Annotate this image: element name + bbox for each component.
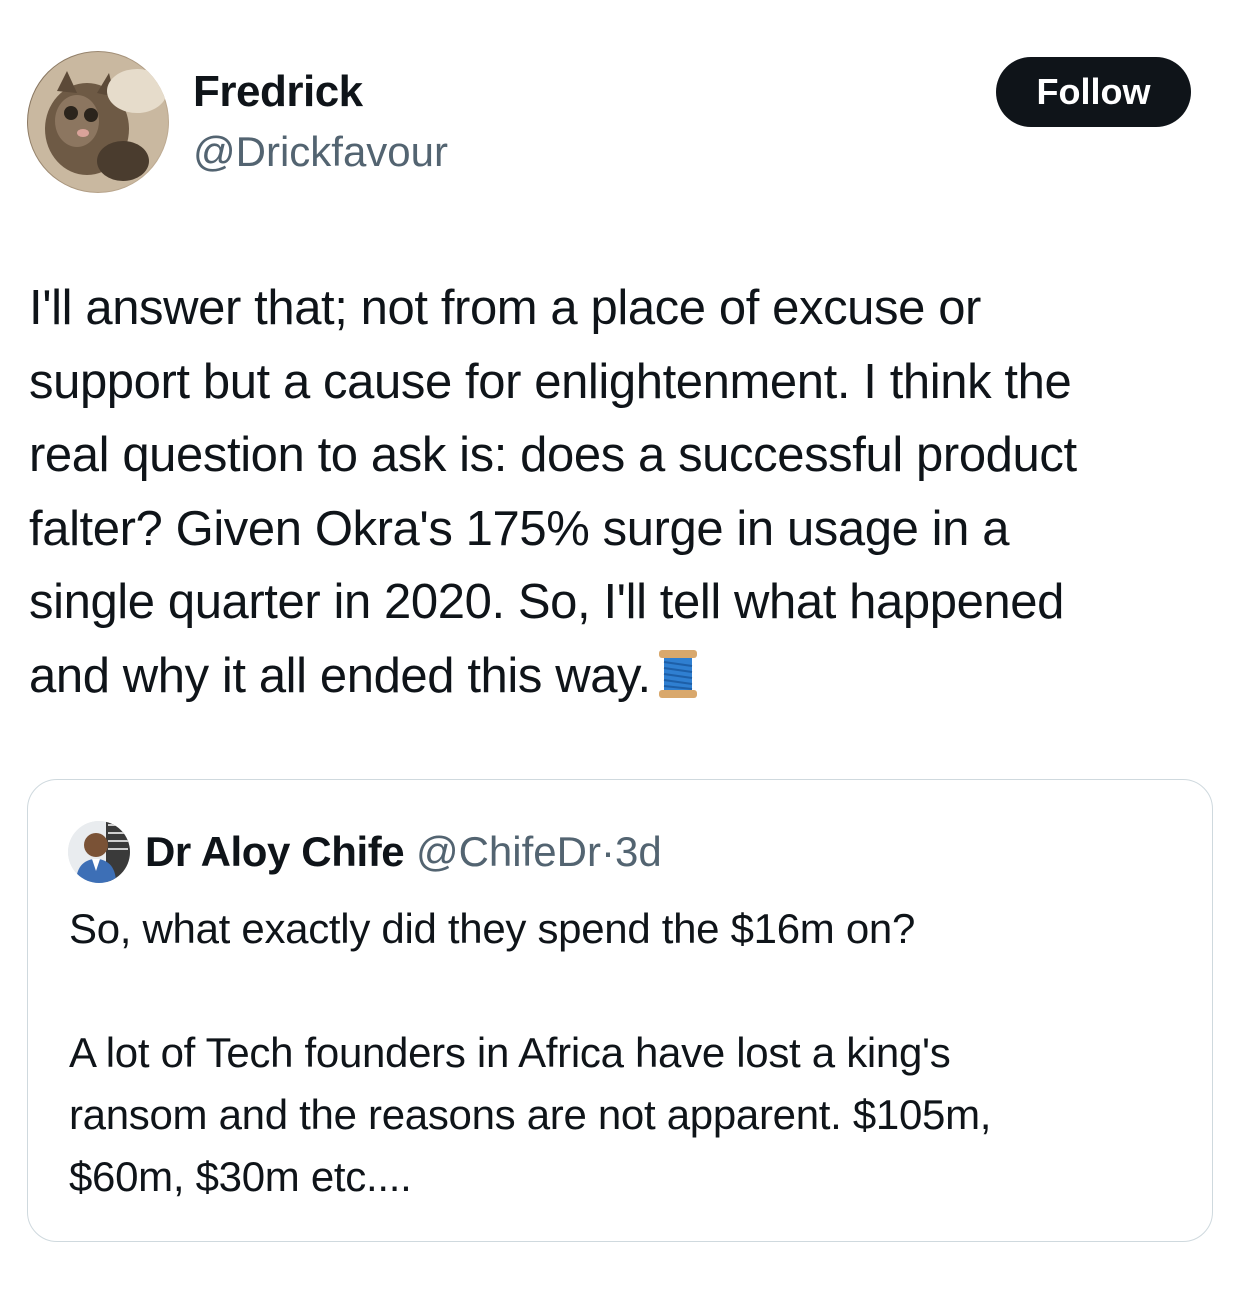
quoted-author-name[interactable]: Dr Aloy Chife (145, 828, 405, 875)
cat-avatar-icon (28, 52, 168, 192)
author-avatar[interactable] (27, 51, 169, 193)
tweet-body: I'll answer that; not from a place of ex… (29, 272, 1224, 713)
person-avatar-icon (68, 821, 130, 883)
quoted-timestamp[interactable]: 3d (615, 828, 662, 875)
quoted-tweet-header: Dr Aloy Chife @ChifeDr·3d (145, 824, 662, 880)
author-handle[interactable]: @Drickfavour (193, 126, 448, 178)
quoted-author-handle[interactable]: @ChifeDr (416, 828, 601, 875)
follow-button[interactable]: Follow (996, 57, 1191, 127)
tweet-text: I'll answer that; not from a place of ex… (29, 281, 1077, 703)
quoted-tweet-card[interactable]: Dr Aloy Chife @ChifeDr·3d So, what exact… (27, 779, 1213, 1242)
quoted-separator: · (600, 828, 615, 875)
thread-spool-icon (658, 649, 697, 698)
quoted-author-avatar[interactable] (68, 821, 130, 883)
author-display-name[interactable]: Fredrick (193, 66, 363, 118)
quoted-tweet-text: So, what exactly did they spend the $16m… (69, 905, 992, 1200)
